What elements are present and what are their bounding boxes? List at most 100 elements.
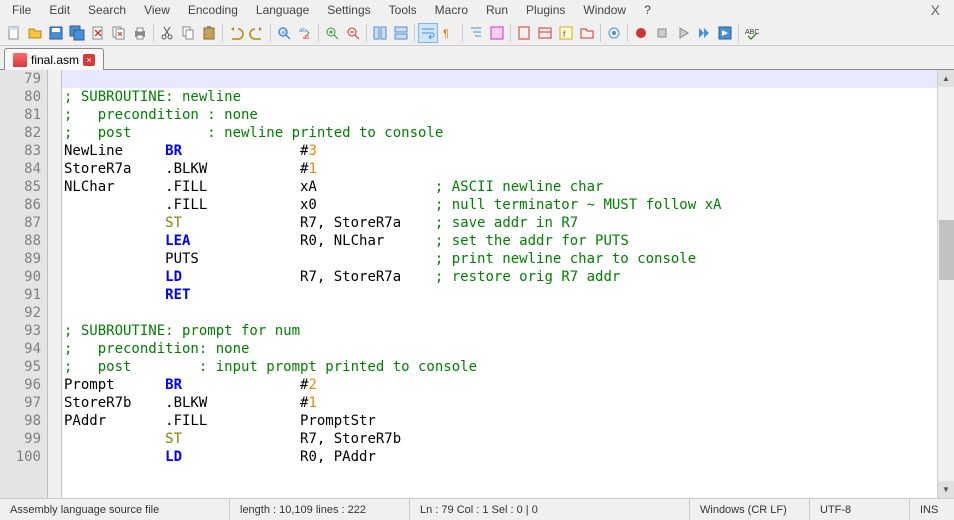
line-number-gutter: 7980818283848586878889909192939495969798…	[0, 70, 48, 498]
tabbar: final.asm ×	[0, 46, 954, 70]
wrap-icon[interactable]	[418, 23, 438, 43]
toolbar-separator	[414, 24, 415, 42]
line-number: 89	[0, 250, 41, 268]
svg-text:ab: ab	[281, 30, 288, 36]
tab-close-icon[interactable]: ×	[83, 54, 95, 66]
menu-view[interactable]: View	[136, 1, 178, 19]
indent-guide-icon[interactable]	[466, 23, 486, 43]
code-line[interactable]: ; post : input prompt printed to console	[62, 358, 937, 376]
code-line[interactable]: PAddr .FILL PromptStr	[62, 412, 937, 430]
folder-icon[interactable]	[577, 23, 597, 43]
line-number: 98	[0, 412, 41, 430]
menu-run[interactable]: Run	[478, 1, 516, 19]
all-chars-icon[interactable]: ¶	[439, 23, 459, 43]
scroll-up-icon[interactable]: ▲	[938, 70, 954, 87]
doc-list-icon[interactable]	[535, 23, 555, 43]
toolbar-separator	[627, 24, 628, 42]
spellcheck-icon[interactable]: ABC	[742, 23, 762, 43]
close-all-icon[interactable]	[109, 23, 129, 43]
paste-icon[interactable]	[199, 23, 219, 43]
redo-icon[interactable]	[247, 23, 267, 43]
menu-tools[interactable]: Tools	[381, 1, 425, 19]
code-line[interactable]: LD R0, PAddr	[62, 448, 937, 466]
status-eol[interactable]: Windows (CR LF)	[690, 499, 810, 520]
udl-icon[interactable]	[487, 23, 507, 43]
menubar: File Edit Search View Encoding Language …	[0, 0, 954, 20]
close-file-icon[interactable]	[88, 23, 108, 43]
code-line[interactable]: LEA R0, NLChar ; set the addr for PUTS	[62, 232, 937, 250]
code-line[interactable]: ; post : newline printed to console	[62, 124, 937, 142]
menu-help[interactable]: ?	[636, 1, 659, 19]
menu-macro[interactable]: Macro	[427, 1, 476, 19]
save-icon[interactable]	[46, 23, 66, 43]
menu-plugins[interactable]: Plugins	[518, 1, 573, 19]
svg-text:ABC: ABC	[745, 29, 759, 36]
code-line[interactable]: ; SUBROUTINE: newline	[62, 88, 937, 106]
func-list-icon[interactable]: f	[556, 23, 576, 43]
new-icon[interactable]	[4, 23, 24, 43]
replace-icon[interactable]: abac	[295, 23, 315, 43]
line-number: 99	[0, 430, 41, 448]
open-icon[interactable]	[25, 23, 45, 43]
status-length: length : 10,109 lines : 222	[230, 499, 410, 520]
save-all-icon[interactable]	[67, 23, 87, 43]
scroll-down-icon[interactable]: ▼	[938, 481, 954, 498]
code-line[interactable]: Prompt BR #2	[62, 376, 937, 394]
code-area[interactable]: ; SUBROUTINE: newline; precondition : no…	[62, 70, 937, 498]
undo-icon[interactable]	[226, 23, 246, 43]
save-macro-icon[interactable]	[715, 23, 735, 43]
file-tab[interactable]: final.asm ×	[4, 48, 104, 70]
code-line[interactable]: PUTS ; print newline char to console	[62, 250, 937, 268]
copy-icon[interactable]	[178, 23, 198, 43]
code-line[interactable]: LD R7, StoreR7a ; restore orig R7 addr	[62, 268, 937, 286]
window-close-icon[interactable]: X	[921, 0, 950, 20]
code-line[interactable]: ; SUBROUTINE: prompt for num	[62, 322, 937, 340]
status-encoding[interactable]: UTF-8	[810, 499, 910, 520]
toolbar-separator	[270, 24, 271, 42]
doc-map-icon[interactable]	[514, 23, 534, 43]
scroll-thumb[interactable]	[939, 220, 954, 280]
record-icon[interactable]	[631, 23, 651, 43]
cut-icon[interactable]	[157, 23, 177, 43]
menu-encoding[interactable]: Encoding	[180, 1, 246, 19]
vertical-scrollbar[interactable]: ▲ ▼	[937, 70, 954, 498]
code-line[interactable]: NLChar .FILL xA ; ASCII newline char	[62, 178, 937, 196]
code-line[interactable]: StoreR7b .BLKW #1	[62, 394, 937, 412]
line-number: 82	[0, 124, 41, 142]
sync-h-icon[interactable]	[391, 23, 411, 43]
line-number: 97	[0, 394, 41, 412]
zoom-in-icon[interactable]	[322, 23, 342, 43]
line-number: 85	[0, 178, 41, 196]
play-icon[interactable]	[673, 23, 693, 43]
line-number: 86	[0, 196, 41, 214]
code-line[interactable]: StoreR7a .BLKW #1	[62, 160, 937, 178]
code-line[interactable]: ST R7, StoreR7a ; save addr in R7	[62, 214, 937, 232]
play-multi-icon[interactable]	[694, 23, 714, 43]
code-line[interactable]: .FILL x0 ; null terminator ~ MUST follow…	[62, 196, 937, 214]
code-line[interactable]: ; precondition: none	[62, 340, 937, 358]
monitor-icon[interactable]	[604, 23, 624, 43]
menu-file[interactable]: File	[4, 1, 39, 19]
toolbar-separator	[366, 24, 367, 42]
code-line[interactable]: NewLine BR #3	[62, 142, 937, 160]
stop-icon[interactable]	[652, 23, 672, 43]
menu-edit[interactable]: Edit	[41, 1, 78, 19]
code-line[interactable]	[62, 70, 937, 88]
menu-language[interactable]: Language	[248, 1, 317, 19]
status-pos: Ln : 79 Col : 1 Sel : 0 | 0	[410, 499, 690, 520]
menu-settings[interactable]: Settings	[319, 1, 378, 19]
code-line[interactable]: RET	[62, 286, 937, 304]
print-icon[interactable]	[130, 23, 150, 43]
find-icon[interactable]: ab	[274, 23, 294, 43]
menu-window[interactable]: Window	[575, 1, 634, 19]
toolbar-separator	[462, 24, 463, 42]
line-number: 94	[0, 340, 41, 358]
code-line[interactable]: ST R7, StoreR7b	[62, 430, 937, 448]
zoom-out-icon[interactable]	[343, 23, 363, 43]
code-line[interactable]: ; precondition : none	[62, 106, 937, 124]
code-line[interactable]	[62, 304, 937, 322]
menu-search[interactable]: Search	[80, 1, 134, 19]
line-number: 81	[0, 106, 41, 124]
status-insert-mode[interactable]: INS	[910, 499, 954, 520]
sync-v-icon[interactable]	[370, 23, 390, 43]
